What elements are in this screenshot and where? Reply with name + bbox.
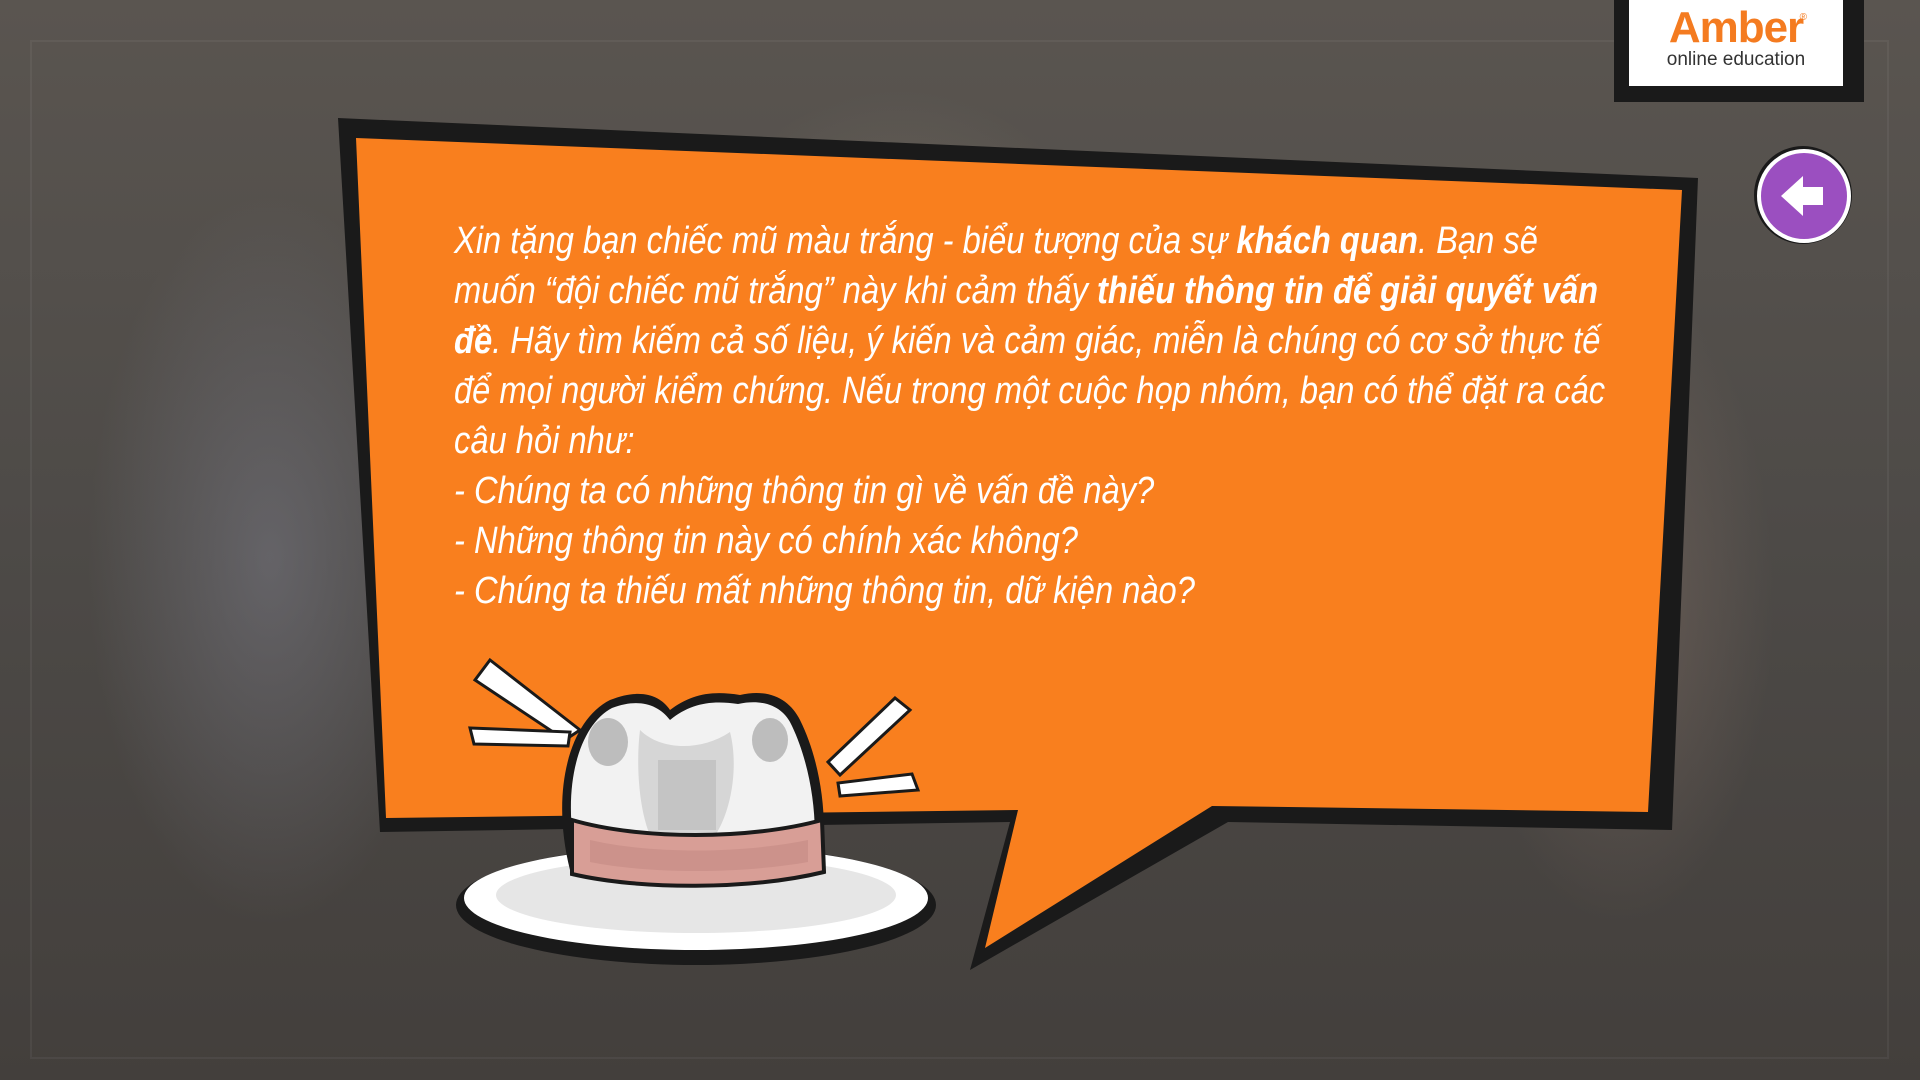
question-2: - Những thông tin này có chính xác không… (454, 520, 1078, 562)
white-hat-icon (456, 657, 936, 965)
question-1: - Chúng ta có những thông tin gì về vấn … (454, 470, 1155, 512)
question-3: - Chúng ta thiếu mất những thông tin, dữ… (454, 570, 1195, 612)
paragraph-part-3: . Hãy tìm kiếm cả số liệu, ý kiến và cảm… (454, 320, 1606, 462)
paragraph-part-1: Xin tặng bạn chiếc mũ màu trắng - biểu t… (454, 220, 1237, 262)
bold-keyword-objective: khách quan (1236, 220, 1418, 262)
bubble-text: Xin tặng bạn chiếc mũ màu trắng - biểu t… (454, 216, 1624, 616)
